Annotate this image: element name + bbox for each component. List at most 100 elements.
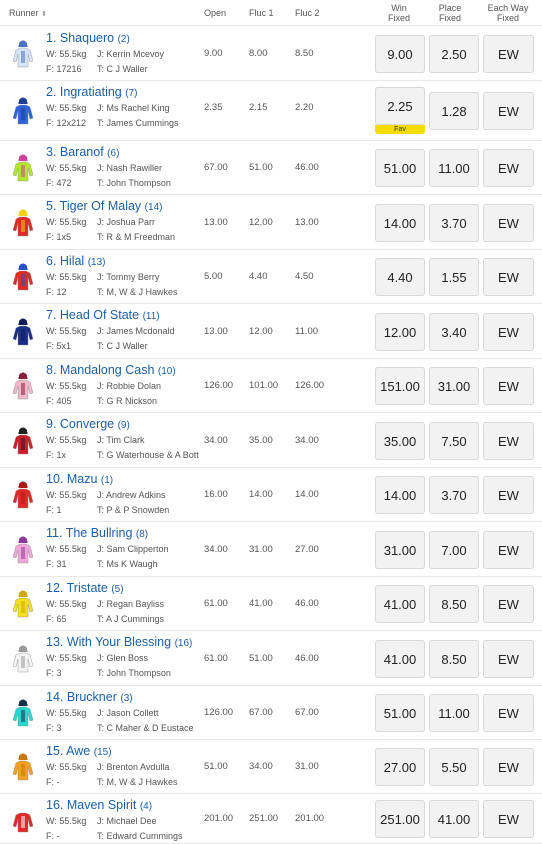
each-way-button[interactable]: EW (483, 585, 534, 623)
runner-jockey: J: Robbie Dolan (97, 381, 162, 391)
runner-name-line[interactable]: 1. Shaquero (2) (46, 31, 130, 47)
win-fixed-odds-button[interactable]: 251.00 (375, 800, 425, 838)
runner-name[interactable]: 2. Ingratiating (46, 85, 122, 99)
each-way-button[interactable]: EW (483, 531, 534, 569)
place-fixed-odds-button[interactable]: 8.50 (429, 640, 479, 678)
runner-weight: W: 55.5kg (46, 708, 87, 718)
runner-name[interactable]: 6. Hilal (46, 254, 84, 268)
runner-name-line[interactable]: 6. Hilal (13) (46, 254, 106, 270)
runner-header-label: Runner (9, 8, 39, 18)
place-fixed-odds-button[interactable]: 7.00 (429, 531, 479, 569)
place-fixed-odds-button[interactable]: 3.40 (429, 313, 479, 351)
runner-name-line[interactable]: 5. Tiger Of Malay (14) (46, 199, 162, 215)
place-fixed-odds-button[interactable]: 1.28 (429, 92, 479, 130)
each-way-button[interactable]: EW (483, 258, 534, 296)
win-fixed-odds-button[interactable]: 9.00 (375, 35, 425, 73)
runner-name-line[interactable]: 16. Maven Spirit (4) (46, 798, 152, 814)
runner-name[interactable]: 14. Bruckner (46, 690, 117, 704)
place-fixed-odds-button[interactable]: 2.50 (429, 35, 479, 73)
place-fixed-odds-button[interactable]: 31.00 (429, 367, 479, 405)
win-fixed-odds-button[interactable]: 41.00 (375, 585, 425, 623)
win-fixed-odds-button[interactable]: 35.00 (375, 422, 425, 460)
each-way-button[interactable]: EW (483, 204, 534, 242)
place-fixed-odds-button[interactable]: 8.50 (429, 585, 479, 623)
runner-form: F: 3 (46, 668, 62, 678)
runner-name[interactable]: 8. Mandalong Cash (46, 363, 154, 377)
runner-name[interactable]: 11. The Bullring (46, 526, 132, 540)
runner-name-line[interactable]: 3. Baranof (6) (46, 145, 119, 161)
each-way-button[interactable]: EW (483, 367, 534, 405)
win-fixed-odds-button[interactable]: 41.00 (375, 640, 425, 678)
runner-name[interactable]: 16. Maven Spirit (46, 798, 136, 812)
runner-row: 7. Head Of State (11) W: 55.5kg J: James M… (0, 304, 542, 359)
win-fixed-odds-button[interactable]: 12.00 (375, 313, 425, 351)
runner-name[interactable]: 1. Shaquero (46, 31, 114, 45)
runner-name-line[interactable]: 14. Bruckner (3) (46, 690, 133, 706)
runner-name[interactable]: 13. With Your Blessing (46, 635, 171, 649)
runner-name[interactable]: 9. Converge (46, 417, 114, 431)
runner-name[interactable]: 15. Awe (46, 744, 90, 758)
place-fixed-odds-button[interactable]: 41.00 (429, 800, 479, 838)
runner-name-line[interactable]: 9. Converge (9) (46, 417, 130, 433)
runner-name-line[interactable]: 2. Ingratiating (7) (46, 85, 137, 101)
win-fixed-odds-button[interactable]: 51.00 (375, 149, 425, 187)
each-way-button[interactable]: EW (483, 35, 534, 73)
runner-name-line[interactable]: 8. Mandalong Cash (10) (46, 363, 176, 379)
jockey-silks-white-blue-icon (12, 39, 34, 69)
open-price: 13.00 (204, 217, 228, 228)
runner-name-line[interactable]: 12. Tristate (5) (46, 581, 124, 597)
runner-weight: W: 55.5kg (46, 272, 87, 282)
each-way-button[interactable]: EW (483, 800, 534, 838)
runner-name-line[interactable]: 10. Mazu (1) (46, 472, 113, 488)
runner-name[interactable]: 3. Baranof (46, 145, 104, 159)
runner-name-line[interactable]: 7. Head Of State (11) (46, 308, 160, 324)
win-fixed-odds-button[interactable]: 51.00 (375, 694, 425, 732)
place-fixed-odds-button[interactable]: 3.70 (429, 476, 479, 514)
fluc1-price: 251.00 (249, 813, 279, 824)
place-fixed-odds-button[interactable]: 1.55 (429, 258, 479, 296)
place-fixed-odds-button[interactable]: 3.70 (429, 204, 479, 242)
each-way-button[interactable]: EW (483, 748, 534, 786)
place-fixed-odds-button[interactable]: 11.00 (429, 149, 479, 187)
sort-icon[interactable]: ⬍ (41, 11, 47, 18)
runner-name-line[interactable]: 15. Awe (15) (46, 744, 112, 760)
each-way-button[interactable]: EW (483, 92, 534, 130)
win-fixed-odds-button[interactable]: 4.40 (375, 258, 425, 296)
fluc1-price: 35.00 (249, 435, 273, 446)
fluc1-price: 4.40 (249, 271, 268, 282)
each-way-button[interactable]: EW (483, 476, 534, 514)
runner-name-line[interactable]: 13. With Your Blessing (16) (46, 635, 192, 651)
fluc2-price: 126.00 (295, 380, 325, 391)
runner-name[interactable]: 10. Mazu (46, 472, 97, 486)
place-fixed-odds-button[interactable]: 5.50 (429, 748, 479, 786)
win-fixed-odds-button[interactable]: 31.00 (375, 531, 425, 569)
place-fixed-odds-button[interactable]: 7.50 (429, 422, 479, 460)
jockey-silks-white-grey-icon (12, 644, 34, 674)
win-fixed-odds-button[interactable]: 14.00 (375, 476, 425, 514)
each-way-button[interactable]: EW (483, 422, 534, 460)
runner-trainer: T: C J Waller (97, 341, 148, 351)
runner-column-header[interactable]: Runner ⬍ (9, 8, 47, 20)
win-fixed-odds-button[interactable]: 151.00 (375, 367, 425, 405)
each-way-button[interactable]: EW (483, 149, 534, 187)
each-way-button[interactable]: EW (483, 640, 534, 678)
fluc1-price: 12.00 (249, 326, 273, 337)
open-price: 61.00 (204, 653, 228, 664)
runner-name[interactable]: 7. Head Of State (46, 308, 139, 322)
open-price: 126.00 (204, 707, 234, 718)
jockey-silks-yellow-icon (12, 589, 34, 619)
each-way-button[interactable]: EW (483, 694, 534, 732)
runner-name-line[interactable]: 11. The Bullring (8) (46, 526, 148, 542)
runner-name[interactable]: 5. Tiger Of Malay (46, 199, 141, 213)
runner-name[interactable]: 12. Tristate (46, 581, 108, 595)
win-fixed-odds-button[interactable]: 2.25 (375, 87, 425, 125)
fluc1-column-header: Fluc 1 (249, 8, 274, 18)
fluc2-price: 11.00 (295, 326, 319, 337)
runner-row: 9. Converge (9) W: 55.5kg J: Tim Clark F: 1… (0, 413, 542, 468)
each-way-button[interactable]: EW (483, 313, 534, 351)
fluc2-price: 46.00 (295, 653, 319, 664)
place-fixed-odds-button[interactable]: 11.00 (429, 694, 479, 732)
win-fixed-odds-button[interactable]: 27.00 (375, 748, 425, 786)
each-way-header-line: Fixed (496, 13, 519, 23)
win-fixed-odds-button[interactable]: 14.00 (375, 204, 425, 242)
